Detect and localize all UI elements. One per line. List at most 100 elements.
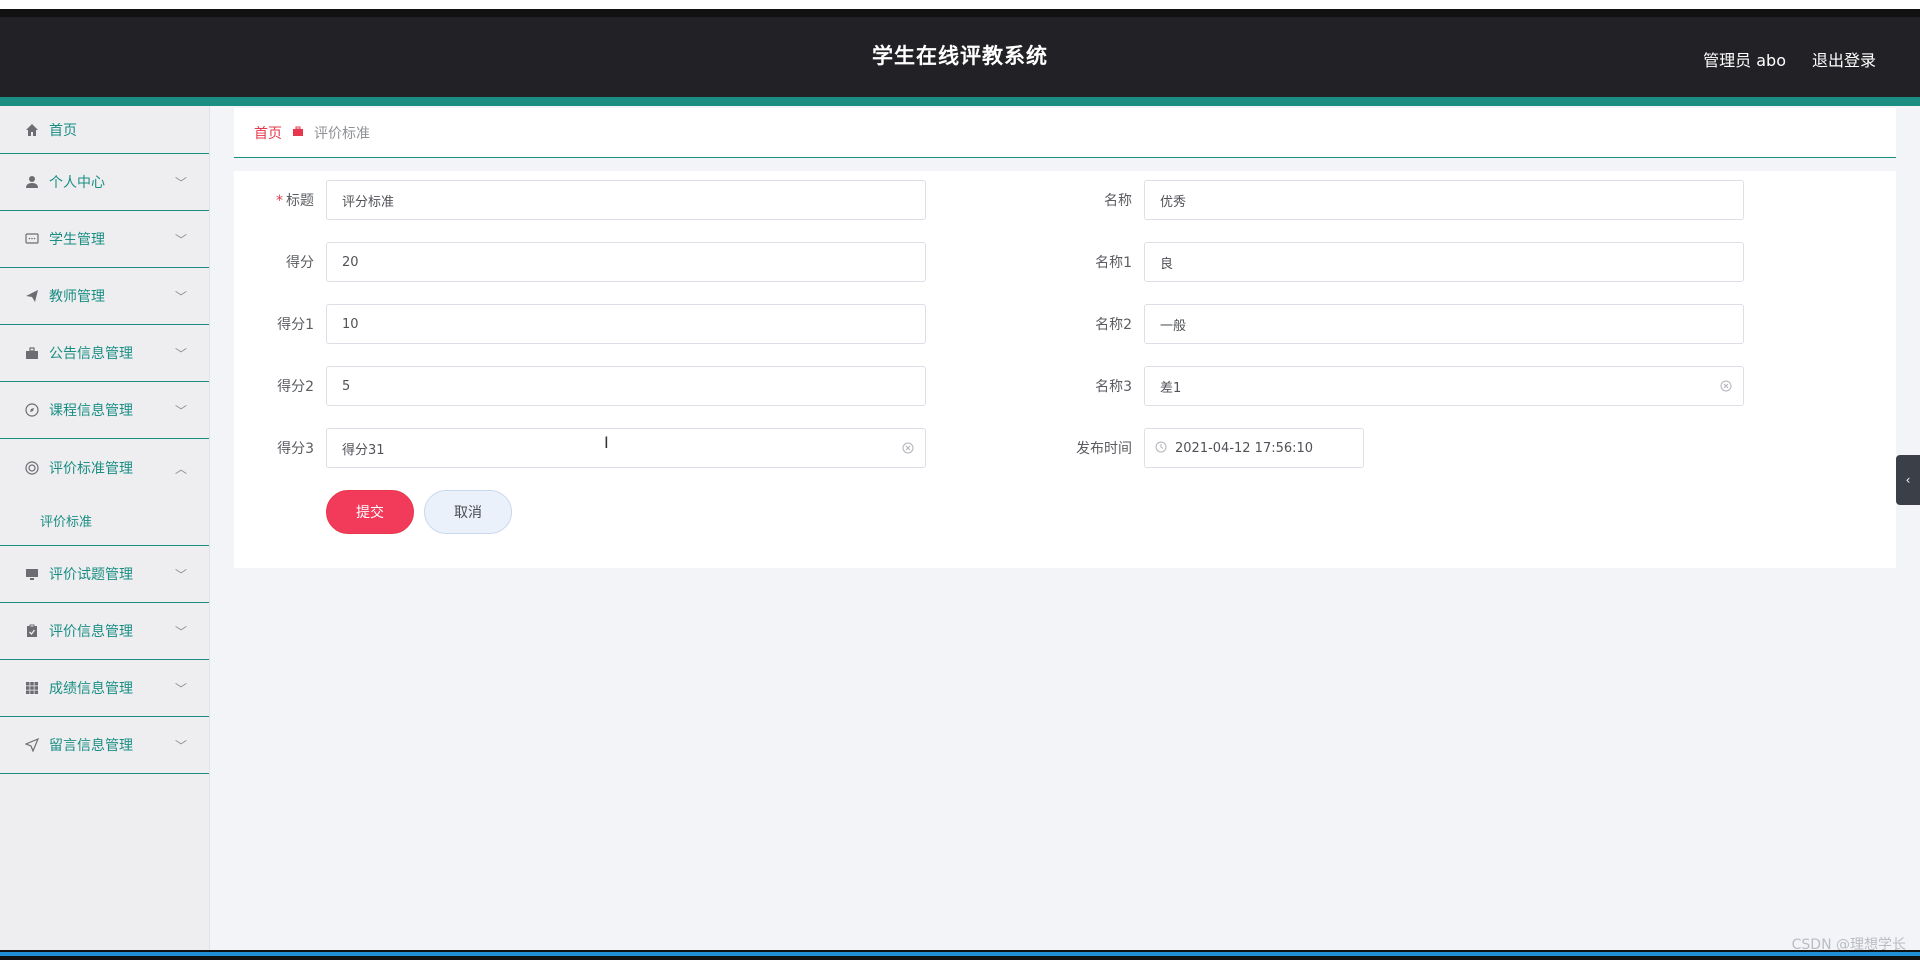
sidebar-item-label: 评价标准管理 bbox=[49, 460, 133, 477]
monitor-icon bbox=[24, 566, 40, 582]
breadcrumb: 首页 评价标准 bbox=[234, 108, 1896, 158]
chevron-up-icon: ︿ bbox=[174, 461, 187, 476]
sidebar-item-label: 个人中心 bbox=[49, 175, 105, 191]
chevron-down-icon: ﹀ bbox=[174, 176, 187, 190]
chevron-down-icon: ﹀ bbox=[174, 739, 187, 753]
chevron-down-icon: ﹀ bbox=[174, 568, 187, 582]
user-icon bbox=[24, 174, 40, 190]
clock-icon bbox=[1155, 441, 1167, 456]
title-label-text: 标题 bbox=[286, 193, 314, 209]
chevron-down-icon: ﹀ bbox=[174, 404, 187, 418]
name2-value: 一般 bbox=[1160, 318, 1187, 334]
score3-label: 得分3 bbox=[277, 441, 314, 457]
current-user-label: 管理员 abo bbox=[1703, 51, 1786, 70]
publish-time-value: 2021-04-12 17:56:10 bbox=[1175, 440, 1314, 456]
window-top-stripe bbox=[0, 9, 1920, 17]
sidebar-item-announcements[interactable]: 公告信息管理 ﹀ bbox=[0, 325, 209, 382]
sidebar-item-evaluation-info[interactable]: 评价信息管理 ﹀ bbox=[0, 603, 209, 660]
submit-button[interactable]: 提交 bbox=[326, 490, 414, 534]
sidebar-item-home[interactable]: 首页 bbox=[0, 106, 209, 154]
score2-label: 得分2 bbox=[277, 379, 314, 395]
circle-icon bbox=[24, 460, 40, 476]
name2-field-row: 名称2 一般 bbox=[1072, 304, 1744, 344]
name2-label: 名称2 bbox=[1095, 317, 1132, 333]
score3-field-row: 得分3 得分31 bbox=[254, 428, 926, 468]
chevron-left-icon: ‹ bbox=[1905, 473, 1911, 487]
sidebar-item-label: 首页 bbox=[49, 122, 77, 139]
header-accent-bar bbox=[0, 97, 1920, 106]
name-value: 优秀 bbox=[1160, 194, 1187, 210]
chevron-down-icon: ﹀ bbox=[174, 347, 187, 361]
briefcase-icon bbox=[24, 345, 40, 361]
sidebar: 首页 个人中心 ﹀ 学生管理 ﹀ 教师管理 ﹀ 公告信息管理 ﹀ 课程信息管理 … bbox=[0, 106, 210, 950]
publish-time-label: 发布时间 bbox=[1076, 441, 1132, 457]
name3-input[interactable]: 差1 bbox=[1144, 366, 1744, 406]
submenu-label: 评价标准 bbox=[40, 515, 93, 530]
grid-icon bbox=[24, 680, 40, 696]
sidebar-item-label: 教师管理 bbox=[49, 289, 105, 305]
score-value: 20 bbox=[342, 254, 359, 270]
clear-icon[interactable] bbox=[900, 440, 916, 456]
score2-field-row: 得分2 5 bbox=[254, 366, 926, 406]
chevron-down-icon: ﹀ bbox=[174, 233, 187, 247]
name-input[interactable]: 优秀 bbox=[1144, 180, 1744, 220]
sidebar-item-label: 评价信息管理 bbox=[49, 624, 133, 640]
name1-value: 良 bbox=[1160, 256, 1174, 272]
home-icon bbox=[24, 122, 40, 138]
score1-input[interactable]: 10 bbox=[326, 304, 926, 344]
breadcrumb-separator-icon bbox=[292, 125, 304, 140]
navigation-icon bbox=[24, 737, 40, 753]
score1-value: 10 bbox=[342, 316, 359, 332]
name3-value: 差1 bbox=[1160, 380, 1182, 396]
sidebar-item-students[interactable]: 学生管理 ﹀ bbox=[0, 211, 209, 268]
score3-value: 得分31 bbox=[342, 442, 385, 458]
name1-input[interactable]: 良 bbox=[1144, 242, 1744, 282]
publish-time-picker[interactable]: 2021-04-12 17:56:10 bbox=[1144, 428, 1364, 468]
sidebar-item-evaluation-standards[interactable]: 评价标准管理 ︿ bbox=[0, 439, 209, 496]
title-input[interactable]: 评分标准 bbox=[326, 180, 926, 220]
score2-value: 5 bbox=[342, 378, 351, 394]
title-label: * 标题 bbox=[254, 190, 326, 210]
clear-icon[interactable] bbox=[1718, 378, 1734, 394]
name3-field-row: 名称3 差1 bbox=[1072, 366, 1744, 406]
sidebar-item-label: 课程信息管理 bbox=[49, 403, 133, 419]
logout-button[interactable]: 退出登录 bbox=[1812, 47, 1876, 71]
breadcrumb-current: 评价标准 bbox=[314, 125, 370, 142]
chevron-down-icon: ﹀ bbox=[174, 290, 187, 304]
name3-label: 名称3 bbox=[1095, 379, 1132, 395]
score1-label: 得分1 bbox=[277, 317, 314, 333]
score-field-row: 得分 20 bbox=[254, 242, 926, 282]
app-title: 学生在线评教系统 bbox=[872, 44, 1048, 68]
name2-input[interactable]: 一般 bbox=[1144, 304, 1744, 344]
score-input[interactable]: 20 bbox=[326, 242, 926, 282]
bottom-progress-bar bbox=[0, 952, 1920, 956]
sidebar-item-grades[interactable]: 成绩信息管理 ﹀ bbox=[0, 660, 209, 717]
collapse-panel-toggle[interactable]: ‹ bbox=[1896, 455, 1920, 505]
sidebar-item-label: 公告信息管理 bbox=[49, 346, 133, 362]
sidebar-item-courses[interactable]: 课程信息管理 ﹀ bbox=[0, 382, 209, 439]
chevron-down-icon: ﹀ bbox=[174, 682, 187, 696]
sidebar-item-evaluation-questions[interactable]: 评价试题管理 ﹀ bbox=[0, 546, 209, 603]
sidebar-item-label: 学生管理 bbox=[49, 232, 105, 248]
clipboard-icon bbox=[24, 623, 40, 639]
chat-icon bbox=[24, 231, 40, 247]
sidebar-item-label: 成绩信息管理 bbox=[49, 681, 133, 697]
score3-input[interactable]: 得分31 bbox=[326, 428, 926, 468]
sidebar-item-label: 评价试题管理 bbox=[49, 567, 133, 583]
cancel-button[interactable]: 取消 bbox=[424, 490, 512, 534]
score2-input[interactable]: 5 bbox=[326, 366, 926, 406]
score-label: 得分 bbox=[286, 255, 314, 271]
score1-field-row: 得分1 10 bbox=[254, 304, 926, 344]
chevron-down-icon: ﹀ bbox=[174, 625, 187, 639]
name-field-row: 名称 优秀 bbox=[1072, 180, 1744, 220]
sidebar-item-messages[interactable]: 留言信息管理 ﹀ bbox=[0, 717, 209, 774]
name-label: 名称 bbox=[1104, 193, 1132, 209]
text-cursor-icon: I bbox=[604, 433, 609, 452]
sidebar-item-teachers[interactable]: 教师管理 ﹀ bbox=[0, 268, 209, 325]
sidebar-item-personal-center[interactable]: 个人中心 ﹀ bbox=[0, 154, 209, 211]
breadcrumb-home-link[interactable]: 首页 bbox=[254, 123, 282, 143]
publish-time-field-row: 发布时间 2021-04-12 17:56:10 bbox=[1072, 428, 1364, 468]
sidebar-item-label: 留言信息管理 bbox=[49, 738, 133, 754]
title-value: 评分标准 bbox=[342, 194, 395, 210]
submenu-evaluation-standard[interactable]: 评价标准 bbox=[0, 496, 209, 546]
